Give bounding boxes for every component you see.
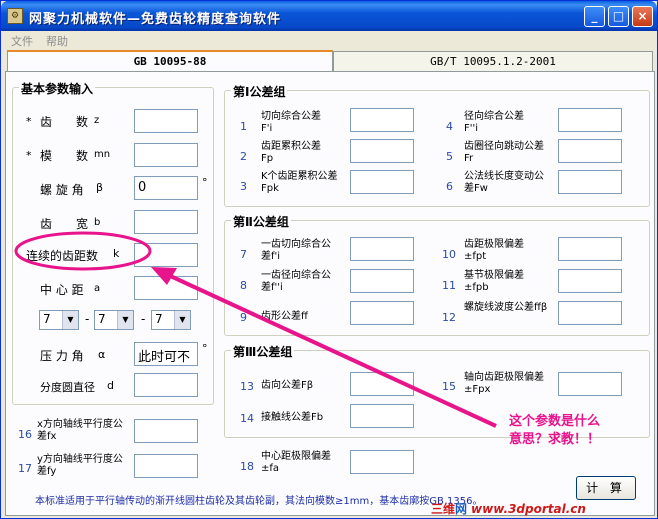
watermark-part-a: 三维 — [431, 502, 456, 516]
annotation-text: 这个参数是什么 意思？求教！！ — [509, 413, 600, 449]
watermark-url: www.3dportal.cn — [471, 502, 586, 516]
annotation-line-1: 这个参数是什么 — [509, 414, 601, 429]
annotation-arrow — [165, 272, 497, 428]
annotation-line-2: 意思？求教！！ — [509, 432, 601, 447]
watermark-part-b: 网 — [455, 502, 468, 516]
watermark: 三维网 www.3dportal.cn — [431, 500, 586, 517]
highlight-ellipse — [14, 231, 152, 271]
app-window: ⚙ 网聚力机械软件—免费齿轮精度查询软件 _ □ × 文件 帮助 GB 1009… — [0, 0, 658, 519]
